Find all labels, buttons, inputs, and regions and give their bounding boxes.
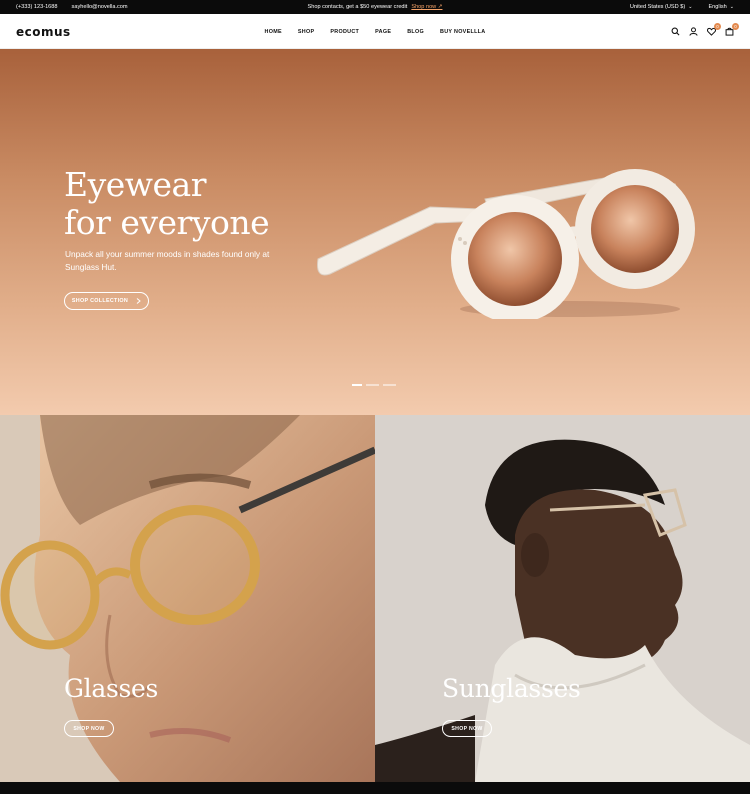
hero-title: Eyewear for everyone <box>64 165 270 242</box>
logo[interactable]: ecomus <box>16 25 71 39</box>
hero-subtitle: Unpack all your summer moods in shades f… <box>65 249 270 272</box>
woman-with-sunglasses-image <box>375 415 750 782</box>
slider-dot-3[interactable] <box>383 384 396 386</box>
hero-title-line-1: Eyewear <box>64 165 207 204</box>
slider-dots <box>352 384 396 386</box>
language-select[interactable]: English ⌄ <box>708 4 734 10</box>
email-link[interactable]: sayhello@novella.com <box>72 4 128 10</box>
nav-home[interactable]: HOME <box>265 29 282 35</box>
language-label: English <box>708 4 727 10</box>
cart-count-badge: 0 <box>732 22 739 30</box>
slider-dot-2[interactable] <box>366 384 379 386</box>
chevron-down-icon: ⌄ <box>688 4 693 10</box>
wishlist-count-badge: 0 <box>714 22 721 30</box>
glasses-title: Glasses <box>64 674 159 703</box>
chevron-right-icon <box>136 298 141 304</box>
site-header: ecomus HOME SHOP PRODUCT PAGE BLOG BUY N… <box>0 14 750 49</box>
nav-blog[interactable]: BLOG <box>407 29 424 35</box>
header-icons: 0 0 <box>670 14 739 49</box>
phone-link[interactable]: (+333) 123-1688 <box>16 4 58 10</box>
nav-buy[interactable]: BUY NOVELLLA <box>440 29 485 35</box>
shop-sunglasses-button[interactable]: SHOP NOW <box>442 720 492 737</box>
currency-select[interactable]: United States (USD $) ⌄ <box>630 4 693 10</box>
main-nav: HOME SHOP PRODUCT PAGE BLOG BUY NOVELLLA <box>0 14 750 49</box>
man-with-glasses-image <box>0 415 375 782</box>
sunglasses-title: Sunglasses <box>442 674 581 703</box>
contact-info: (+333) 123-1688 sayhello@novella.com <box>16 0 128 14</box>
white-sunglasses-image <box>317 169 695 319</box>
promo-text: Shop contacts, get a $50 eyewear credit <box>307 4 408 10</box>
shop-glasses-button[interactable]: SHOP NOW <box>64 720 114 737</box>
category-sunglasses[interactable]: Sunglasses SHOP NOW <box>375 415 750 782</box>
nav-product[interactable]: PRODUCT <box>330 29 359 35</box>
nav-shop[interactable]: SHOP <box>298 29 314 35</box>
footer-strip <box>0 782 750 794</box>
locale-selectors: United States (USD $) ⌄ English ⌄ <box>630 0 734 14</box>
category-glasses[interactable]: Glasses SHOP NOW <box>0 415 375 782</box>
user-icon <box>688 27 698 36</box>
shop-collection-button[interactable]: SHOP COLLECTION <box>64 292 149 310</box>
nav-page[interactable]: PAGE <box>375 29 391 35</box>
hero-title-line-2: for everyone <box>64 203 270 242</box>
account-button[interactable] <box>688 27 698 37</box>
wishlist-button[interactable]: 0 <box>706 22 721 37</box>
promo-link[interactable]: Shop now ↗ <box>411 4 442 10</box>
shop-collection-label: SHOP COLLECTION <box>71 298 129 304</box>
search-button[interactable] <box>670 27 680 37</box>
announcement-bar: (+333) 123-1688 sayhello@novella.com Sho… <box>0 0 750 14</box>
hero-slider: Eyewear for everyone Unpack all your sum… <box>0 49 750 415</box>
search-icon <box>671 27 679 36</box>
chevron-down-icon: ⌄ <box>729 4 734 10</box>
cart-button[interactable]: 0 <box>724 22 739 37</box>
currency-label: United States (USD $) <box>629 4 686 10</box>
slider-dot-1[interactable] <box>352 384 362 386</box>
